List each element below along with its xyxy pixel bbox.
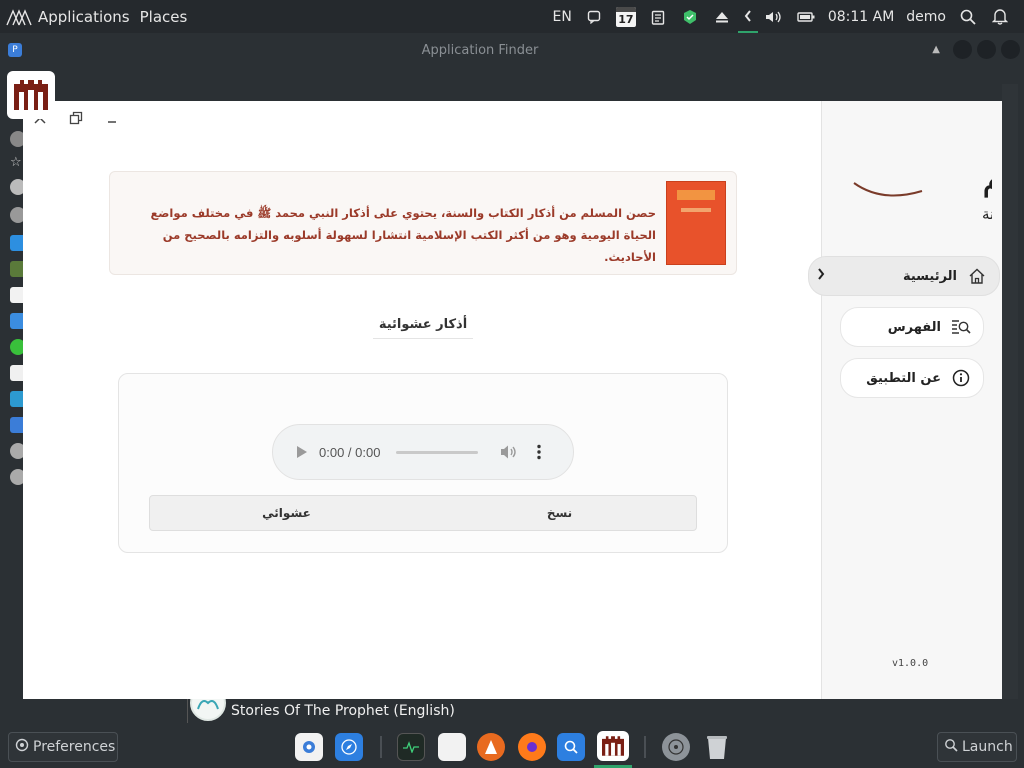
sidebar-item-label: الفهرس <box>887 319 941 335</box>
bottom-dock: Preferences Launch <box>0 726 1024 768</box>
copy-button[interactable]: نسخ <box>423 496 696 530</box>
more-options-icon[interactable] <box>532 443 546 461</box>
desktop-logo-icon[interactable] <box>6 7 34 27</box>
launcher-strip: ☆ <box>0 65 26 705</box>
notifications-bell-icon[interactable] <box>984 0 1016 33</box>
volume-icon[interactable] <box>758 0 790 33</box>
finder-window-buttons: ▲ <box>932 40 1020 59</box>
intro-text: حصن المسلم من أذكار الكتاب والسنة، يحتوي… <box>150 206 656 264</box>
preferences-button[interactable]: Preferences <box>8 732 118 762</box>
sidebar-item-index[interactable]: الفهرس <box>840 307 984 347</box>
update-shield-icon[interactable] <box>674 0 706 33</box>
sidebar-item-label: الرئيسية <box>902 268 957 284</box>
browser-safari-icon[interactable] <box>335 733 363 761</box>
keyboard-layout-indicator[interactable]: EN <box>547 0 578 33</box>
audio-time: 0:00 / 0:00 <box>319 444 381 460</box>
brand-title: حصن المسلم <box>982 157 992 198</box>
launch-label: Launch <box>962 739 1013 755</box>
finder-title: Application Finder <box>421 42 539 58</box>
dock-separator <box>380 736 382 758</box>
hisn-app-dock-icon[interactable] <box>597 731 629 761</box>
app-version: v1.0.0 <box>892 658 929 669</box>
calendar-day: 17 <box>618 12 634 26</box>
application-finder-titlebar: P Application Finder ▲ <box>0 36 1024 64</box>
launch-search-icon <box>944 738 958 756</box>
minimize-icon[interactable] <box>103 109 121 127</box>
background-pane <box>1002 84 1018 699</box>
vlc-media-icon[interactable] <box>477 733 505 761</box>
finder-minimize-button[interactable] <box>953 40 972 59</box>
dock-separator <box>644 736 646 758</box>
clipboard-icon[interactable] <box>642 0 674 33</box>
trash-icon[interactable] <box>703 733 731 761</box>
hisn-app-launcher-icon[interactable] <box>7 71 55 119</box>
clock[interactable]: 08:11 AM <box>822 0 900 33</box>
top-panel: Applications Places EN 17 08:11 AM demo <box>0 0 1024 33</box>
applications-menu[interactable]: Applications <box>38 8 130 26</box>
random-adhkar-card: 0:00 / 0:00 نسخ عشوائي <box>118 373 728 553</box>
finder-close-button[interactable] <box>1001 40 1020 59</box>
action-segmented-control: نسخ عشوائي <box>149 495 697 531</box>
book-cover-image <box>666 181 726 265</box>
launch-button[interactable]: Launch <box>937 732 1017 762</box>
places-menu[interactable]: Places <box>140 8 188 26</box>
info-icon <box>951 368 971 388</box>
text-editor-icon[interactable] <box>438 733 466 761</box>
preferences-gear-icon <box>15 738 29 756</box>
finder-collapse-arrow-icon[interactable]: ▲ <box>932 44 940 55</box>
preferences-label: Preferences <box>33 739 116 755</box>
tray-expand-chevron-icon[interactable] <box>737 0 758 33</box>
index-search-icon <box>951 317 971 337</box>
intro-card: حصن المسلم من أذكار الكتاب والسنة، يحتوي… <box>109 171 737 275</box>
chevron-left-icon <box>817 268 825 284</box>
hisn-al-muslim-window: حصن المسلم من أذكار الكتاب والسنة، يحتوي… <box>23 101 1024 699</box>
sidebar: حصن المسلم من أذكار الكتاب والسنة الرئيس… <box>808 101 1024 699</box>
calendar-header <box>615 6 636 12</box>
stories-label: Stories Of The Prophet (English) <box>231 703 455 719</box>
restore-icon[interactable] <box>67 109 85 127</box>
section-title: أذكار عشوائية <box>373 317 473 339</box>
play-icon[interactable] <box>295 445 309 459</box>
volume-icon[interactable] <box>500 443 518 461</box>
search-app-icon[interactable] <box>557 733 585 761</box>
finder-dock-icon[interactable] <box>295 733 323 761</box>
stories-list-item[interactable]: Stories Of The Prophet (English) <box>187 685 1024 723</box>
app-brand-logo: حصن المسلم من أذكار الكتاب والسنة <box>832 131 1024 231</box>
eject-icon[interactable] <box>706 0 738 33</box>
brand-subtitle: من أذكار الكتاب والسنة <box>982 204 992 223</box>
sidebar-item-about[interactable]: عن التطبيق <box>840 358 984 398</box>
home-icon <box>967 266 987 286</box>
search-icon[interactable] <box>952 0 984 33</box>
system-monitor-icon[interactable] <box>397 733 425 761</box>
sidebar-item-home[interactable]: الرئيسية <box>808 256 1000 296</box>
random-button[interactable]: عشوائي <box>150 496 423 530</box>
audio-progress-slider[interactable] <box>396 450 479 454</box>
firefox-icon[interactable] <box>518 733 546 761</box>
calendar-icon[interactable]: 17 <box>610 0 642 33</box>
battery-icon[interactable] <box>790 0 822 33</box>
chat-icon[interactable] <box>578 0 610 33</box>
user-menu[interactable]: demo <box>900 0 952 33</box>
sidebar-item-label: عن التطبيق <box>866 370 941 386</box>
system-tray: EN 17 08:11 AM demo <box>547 0 1016 33</box>
finder-maximize-button[interactable] <box>977 40 996 59</box>
panel-menu: Applications Places <box>0 7 197 27</box>
audio-player: 0:00 / 0:00 <box>272 424 574 480</box>
disk-utility-icon[interactable] <box>662 733 690 761</box>
